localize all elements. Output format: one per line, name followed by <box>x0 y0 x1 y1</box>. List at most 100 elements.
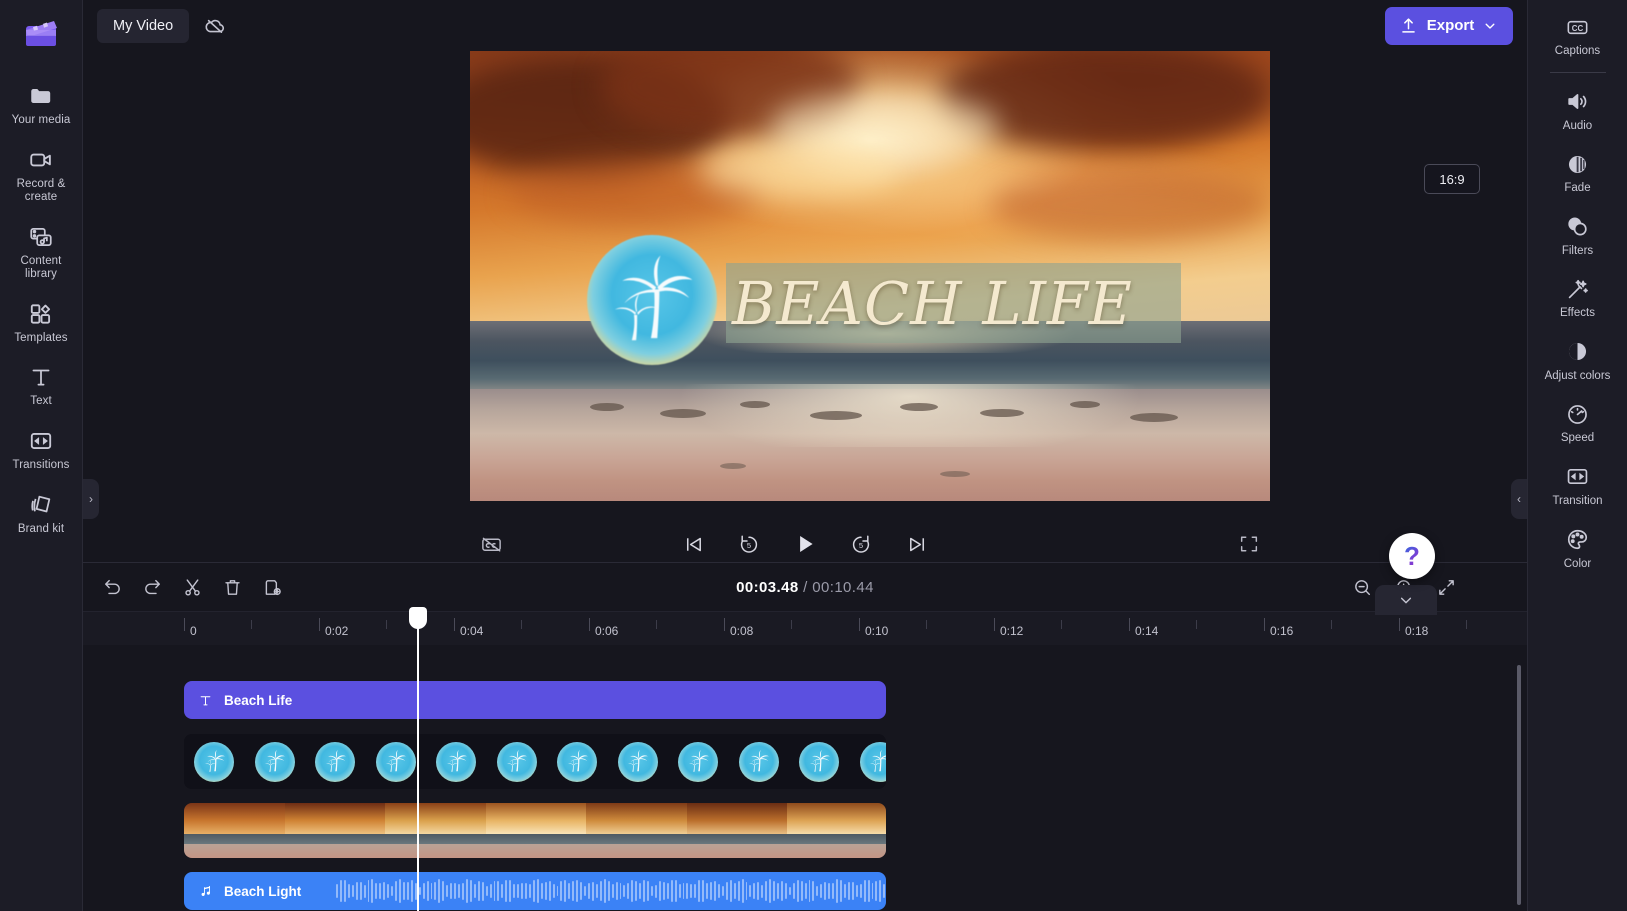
waveform-bar <box>351 885 354 897</box>
fullscreen-button[interactable] <box>1231 526 1267 562</box>
timeline-clip-video[interactable] <box>184 803 886 858</box>
sidebar-item-text[interactable]: Text <box>2 357 80 415</box>
music-note-icon <box>198 884 213 899</box>
waveform-bar <box>375 882 378 900</box>
sidebar-item-label: Content library <box>20 254 62 281</box>
property-item-label: Speed <box>1560 432 1595 445</box>
aspect-ratio-badge[interactable]: 16:9 <box>1424 164 1480 194</box>
undo-button[interactable] <box>95 570 129 604</box>
property-item-speed[interactable]: Speed <box>1532 393 1624 453</box>
cloud-sync-button[interactable] <box>197 9 233 43</box>
ruler-label: 0:02 <box>325 624 349 638</box>
sidebar-item-content-library[interactable]: Content library <box>2 217 80 288</box>
ruler-label: 0:14 <box>1135 624 1159 638</box>
palm-tree-badge-icon <box>587 235 717 365</box>
zoom-out-button[interactable] <box>1345 570 1379 604</box>
svg-text:5: 5 <box>859 541 863 550</box>
waveform-bar <box>741 879 744 903</box>
waveform-bar <box>544 882 547 900</box>
brand-kit-icon <box>28 492 54 518</box>
chevron-down-icon[interactable] <box>1483 19 1497 33</box>
timeline-clip-audio[interactable]: Beach Light <box>184 872 886 910</box>
property-item-label: Effects <box>1560 307 1595 320</box>
preview-title-text[interactable]: BEACH LIFE <box>732 257 1202 349</box>
waveform-bar <box>686 882 689 900</box>
collapse-timeline-button[interactable] <box>1375 585 1437 615</box>
waveform-bar <box>816 885 819 897</box>
time-separator: / <box>798 578 813 596</box>
chevron-left-icon: ‹ <box>1517 492 1521 506</box>
video-preview-canvas[interactable]: BEACH LIFE <box>470 51 1270 501</box>
undo-icon <box>102 577 123 598</box>
waveform-bar <box>391 886 394 896</box>
waveform-bar <box>363 884 366 898</box>
help-button[interactable]: ? <box>1389 533 1435 579</box>
sidebar-item-label: Record & create <box>16 177 66 204</box>
waveform-bar <box>540 882 543 900</box>
waveform-bar <box>505 879 508 903</box>
waveform-bar <box>788 886 791 896</box>
waveform-bar <box>379 883 382 899</box>
timeline: 00:03.48 / 00:10.44 0 0:02 0:04 0:06 0:0… <box>83 562 1527 911</box>
skip-to-end-button[interactable] <box>899 526 935 562</box>
waveform-bar <box>611 884 614 898</box>
waveform-bar <box>714 880 716 902</box>
clip-label: Beach Life <box>224 692 293 708</box>
project-name-field[interactable]: My Video <box>97 8 190 43</box>
ruler-label: 0:18 <box>1405 624 1429 638</box>
property-item-fade[interactable]: Fade <box>1532 143 1624 203</box>
waveform-bar <box>568 882 571 900</box>
waveform-bar <box>698 880 701 902</box>
waveform-bar <box>584 886 586 896</box>
rewind-5-button[interactable]: 5 <box>731 526 767 562</box>
waveform-bar <box>603 879 606 903</box>
play-button[interactable] <box>787 526 823 562</box>
property-item-color[interactable]: Color <box>1532 519 1624 579</box>
redo-button[interactable] <box>135 570 169 604</box>
waveform-bar <box>347 884 350 898</box>
waveform-bar <box>808 879 811 903</box>
effects-wand-icon <box>1565 276 1591 302</box>
sidebar-item-transitions[interactable]: Transitions <box>2 421 80 479</box>
property-item-adjust-colors[interactable]: Adjust colors <box>1532 331 1624 391</box>
left-panel-collapse-handle[interactable]: › <box>83 479 99 519</box>
export-button[interactable]: Export <box>1385 6 1513 45</box>
sidebar-item-templates[interactable]: Templates <box>2 294 80 352</box>
ruler-label: 0:10 <box>865 624 889 638</box>
property-item-audio[interactable]: Audio <box>1532 81 1624 141</box>
waveform-bar <box>355 882 358 900</box>
svg-text:CC: CC <box>1572 24 1584 33</box>
timeline-clip-text[interactable]: Beach Life <box>184 681 886 719</box>
forward-5-button[interactable]: 5 <box>843 526 879 562</box>
waveform-bar <box>525 882 527 900</box>
waveform-bar <box>639 883 642 899</box>
waveform-bar <box>371 879 374 903</box>
clipchamp-editor: Your media Record & create Content libra… <box>0 0 1627 911</box>
logo-thumbnail-strip <box>184 734 886 789</box>
skip-to-start-button[interactable] <box>675 526 711 562</box>
transition-icon <box>1565 464 1591 490</box>
sidebar-item-record-create[interactable]: Record & create <box>2 140 80 211</box>
app-logo[interactable] <box>20 12 62 54</box>
sidebar-item-brand-kit[interactable]: Brand kit <box>2 485 80 543</box>
waveform-bar <box>576 879 579 903</box>
delete-button[interactable] <box>215 570 249 604</box>
waveform-bar <box>780 881 783 901</box>
timeline-clip-logo[interactable] <box>184 734 886 789</box>
property-item-transition[interactable]: Transition <box>1532 456 1624 516</box>
property-item-effects[interactable]: Effects <box>1532 268 1624 328</box>
property-item-label: Adjust colors <box>1544 369 1611 382</box>
property-item-captions[interactable]: CC Captions <box>1532 6 1624 66</box>
waveform-bar <box>832 883 835 899</box>
property-item-label: Color <box>1563 557 1592 570</box>
timeline-ruler[interactable]: 0 0:02 0:04 0:06 0:08 0:10 0:12 0:14 0:1… <box>83 611 1527 645</box>
playhead-line[interactable] <box>417 645 419 911</box>
waveform-bar <box>651 885 653 897</box>
duplicate-button[interactable] <box>255 570 289 604</box>
split-button[interactable] <box>175 570 209 604</box>
timeline-vertical-scrollbar[interactable] <box>1517 665 1521 905</box>
property-item-filters[interactable]: Filters <box>1532 206 1624 266</box>
sidebar-item-your-media[interactable]: Your media <box>2 76 80 134</box>
right-panel-collapse-handle[interactable]: ‹ <box>1511 479 1527 519</box>
playhead-handle[interactable] <box>409 607 427 629</box>
